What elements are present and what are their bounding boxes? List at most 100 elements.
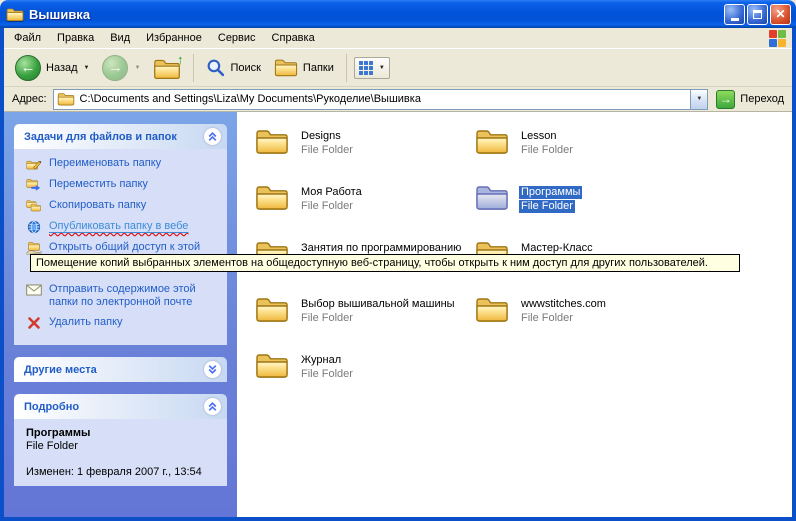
menu-favorites[interactable]: Избранное xyxy=(138,29,210,47)
task-rename-folder[interactable]: Переименовать папку xyxy=(26,157,221,171)
window-folder-icon xyxy=(6,7,24,22)
email-icon xyxy=(26,283,43,297)
menu-help[interactable]: Справка xyxy=(264,29,323,47)
folder-item-moya-rabota[interactable]: Моя Работа File Folder xyxy=(255,184,475,240)
minimize-button[interactable] xyxy=(724,4,745,25)
menu-view[interactable]: Вид xyxy=(102,29,138,47)
views-button[interactable]: ▼ xyxy=(354,57,390,79)
folder-item-zhurnal[interactable]: Журнал File Folder xyxy=(255,352,475,408)
folder-icon-selected xyxy=(475,184,509,211)
folder-icon xyxy=(255,296,289,323)
panel-details: Подробно Программы File Folder Изменен: … xyxy=(14,394,227,486)
forward-button[interactable]: → ▼ xyxy=(97,52,145,84)
menu-file[interactable]: Файл xyxy=(6,29,49,47)
rename-folder-icon xyxy=(26,157,43,171)
task-copy-folder[interactable]: Скопировать папку xyxy=(26,199,221,213)
tasks-panel-title: Задачи для файлов и папок xyxy=(24,131,177,143)
search-label: Поиск xyxy=(230,62,260,74)
details-item-name: Программы xyxy=(26,427,221,439)
folder-item-wwwstitches-com[interactable]: wwwstitches.com File Folder xyxy=(475,296,705,352)
collapse-chevron-icon[interactable] xyxy=(204,398,221,415)
back-label: Назад xyxy=(46,62,78,74)
dropdown-icon: ▼ xyxy=(696,96,702,102)
folder-icon xyxy=(255,184,289,211)
minimize-icon xyxy=(731,18,739,21)
close-button[interactable]: ✕ xyxy=(770,4,791,25)
views-dropdown-icon: ▼ xyxy=(379,65,385,71)
maximize-button[interactable] xyxy=(747,4,768,25)
collapse-chevron-icon[interactable] xyxy=(204,128,221,145)
tasks-panel-body: Переименовать папку Переместить папку xyxy=(14,149,227,345)
menu-tools[interactable]: Сервис xyxy=(210,29,264,47)
explorer-window: Вышивка ✕ Файл Правка Вид Избранное Серв… xyxy=(0,0,796,521)
other-places-header[interactable]: Другие места xyxy=(14,357,227,382)
folder-icon xyxy=(475,128,509,155)
address-bar: Адрес: C:\Documents and Settings\Liza\My… xyxy=(4,87,792,112)
copy-folder-icon xyxy=(26,199,43,213)
forward-dropdown-icon: ▼ xyxy=(134,65,140,71)
tasks-panel-header[interactable]: Задачи для файлов и папок xyxy=(14,124,227,149)
titlebar: Вышивка ✕ xyxy=(0,0,796,28)
folder-item-lesson[interactable]: Lesson File Folder xyxy=(475,128,705,184)
toolbar: ← Назад ▼ → ▼ ↑ Поиск xyxy=(4,49,792,87)
panel-file-folder-tasks: Задачи для файлов и папок xyxy=(14,124,227,345)
address-folder-icon xyxy=(57,92,75,106)
folders-button[interactable]: Папки xyxy=(269,55,339,80)
window-title: Вышивка xyxy=(29,7,719,22)
folder-icon xyxy=(255,128,289,155)
back-dropdown-icon[interactable]: ▼ xyxy=(84,65,90,71)
delete-icon xyxy=(26,316,43,330)
folder-item-designs[interactable]: Designs File Folder xyxy=(255,128,475,184)
close-icon: ✕ xyxy=(775,7,785,21)
menu-bar: Файл Правка Вид Избранное Сервис Справка xyxy=(4,28,792,49)
window-body: Задачи для файлов и папок xyxy=(4,112,792,517)
address-label: Адрес: xyxy=(12,93,47,105)
address-value: C:\Documents and Settings\Liza\My Docume… xyxy=(80,93,686,105)
folder-icon xyxy=(255,352,289,379)
window-controls: ✕ xyxy=(724,4,791,25)
details-panel-body: Программы File Folder Изменен: 1 февраля… xyxy=(14,419,227,486)
move-folder-icon xyxy=(26,178,43,192)
search-button[interactable]: Поиск xyxy=(201,55,265,80)
folder-icon xyxy=(475,296,509,323)
details-panel-title: Подробно xyxy=(24,401,79,413)
go-arrow-icon: → xyxy=(716,90,735,109)
back-button[interactable]: ← Назад ▼ xyxy=(10,52,94,84)
up-button[interactable]: ↑ xyxy=(148,53,186,83)
address-dropdown-button[interactable]: ▼ xyxy=(690,90,707,109)
address-input[interactable]: C:\Documents and Settings\Liza\My Docume… xyxy=(53,89,709,110)
task-share-folder[interactable]: Открыть общий доступ к этой xyxy=(26,241,221,255)
share-folder-icon xyxy=(26,241,43,255)
task-delete-folder[interactable]: Удалить папку xyxy=(26,316,221,330)
task-move-folder[interactable]: Переместить папку xyxy=(26,178,221,192)
back-icon: ← xyxy=(15,55,41,81)
task-pane-sidebar: Задачи для файлов и папок xyxy=(4,112,237,517)
folders-label: Папки xyxy=(303,62,334,74)
folders-icon xyxy=(274,58,298,77)
task-publish-folder-web[interactable]: Опубликовать папку в вебе xyxy=(26,220,221,234)
toolbar-separator xyxy=(193,54,194,82)
folder-item-programmy[interactable]: Программы File Folder xyxy=(475,184,705,240)
forward-icon: → xyxy=(102,55,128,81)
views-icon xyxy=(359,61,373,75)
details-item-modified: Изменен: 1 февраля 2007 г., 13:54 xyxy=(26,466,221,478)
publish-web-icon xyxy=(26,220,43,234)
other-places-title: Другие места xyxy=(24,364,97,376)
menu-edit[interactable]: Правка xyxy=(49,29,102,47)
task-email-folder[interactable]: Отправить содержимое этой папки по элект… xyxy=(26,283,221,309)
folder-item-vybor-vyshivalnoy-mashiny[interactable]: Выбор вышивальной машины File Folder xyxy=(255,296,475,352)
up-folder-icon: ↑ xyxy=(153,56,181,80)
panel-other-places: Другие места xyxy=(14,357,227,382)
search-icon xyxy=(206,58,225,77)
maximize-icon xyxy=(753,10,762,19)
details-panel-header[interactable]: Подробно xyxy=(14,394,227,419)
toolbar-separator xyxy=(346,54,347,82)
window-frame: Файл Правка Вид Избранное Сервис Справка… xyxy=(0,28,796,521)
go-button[interactable]: → Переход xyxy=(714,90,784,109)
go-label: Переход xyxy=(740,93,784,105)
expand-chevron-icon[interactable] xyxy=(204,361,221,378)
windows-logo-icon xyxy=(769,30,786,47)
details-item-type: File Folder xyxy=(26,440,221,452)
tooltip: Помещение копий выбранных элементов на о… xyxy=(30,254,740,272)
file-list-view: Designs File Folder Lesson File Folder М… xyxy=(237,112,792,517)
